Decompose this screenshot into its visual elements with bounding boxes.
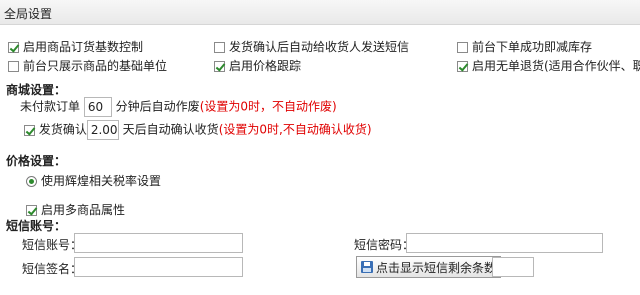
sms-password-input[interactable] [406, 233, 603, 253]
confirm-suffix: 天后自动确认收货 [122, 122, 219, 137]
checkbox-icon[interactable] [214, 42, 225, 53]
radio-label: 使用辉煌相关税率设置 [41, 174, 162, 188]
check-no-order-return[interactable]: 启用无单退货(适用合作伙伴、职员) [457, 57, 640, 74]
check-multi-attribute[interactable]: 启用多商品属性 [26, 201, 125, 218]
button-label: 点击显示短信剩余条数 [376, 260, 497, 275]
check-label: 发货确认后自动给收货人发送短信 [229, 40, 410, 54]
checkbox-checked-icon[interactable] [457, 61, 468, 72]
radio-selected-icon[interactable] [26, 176, 37, 187]
check-label: 启用商品订货基数控制 [23, 40, 144, 54]
confirm-label: 发货确认 [38, 122, 87, 137]
price-section-title: 价格设置： [6, 154, 67, 168]
checkbox-checked-icon[interactable] [214, 61, 225, 72]
mall-section-title: 商城设置： [6, 83, 67, 97]
sms-signature-label: 短信签名： [22, 262, 83, 276]
unpaid-suffix: 分钟后自动作废 [115, 99, 200, 114]
checkbox-checked-icon[interactable] [24, 124, 35, 136]
unpaid-hint: (设置为0时，不自动作废) [199, 99, 337, 114]
confirm-days-input[interactable]: 2.00 [86, 120, 119, 140]
checkbox-checked-icon[interactable] [8, 42, 19, 53]
check-reduce-stock[interactable]: 前台下单成功即减库存 [457, 38, 592, 55]
checkbox-icon[interactable] [8, 61, 19, 72]
radio-tax-rate[interactable]: 使用辉煌相关税率设置 [26, 172, 161, 189]
check-order-base[interactable]: 启用商品订货基数控制 [8, 38, 143, 55]
check-sms-on-ship[interactable]: 发货确认后自动给收货人发送短信 [214, 38, 409, 55]
sms-remaining-count [492, 257, 534, 277]
check-label: 启用多商品属性 [41, 203, 126, 217]
sms-account-input[interactable] [74, 233, 243, 253]
sms-account-label: 短信账号： [22, 238, 83, 252]
header-title: 全局设置 [4, 7, 53, 21]
show-sms-remaining-button[interactable]: 点击显示短信剩余条数 [356, 256, 502, 278]
save-disk-icon [361, 261, 373, 273]
checkbox-checked-icon[interactable] [26, 205, 37, 216]
unpaid-prefix: 未付款订单 [20, 99, 81, 114]
sms-password-label: 短信密码： [354, 238, 415, 252]
check-price-tracking[interactable]: 启用价格跟踪 [214, 57, 301, 74]
check-label: 前台只展示商品的基础单位 [23, 59, 168, 73]
sms-section-title: 短信账号： [6, 219, 67, 233]
settings-header: 全局设置 [0, 0, 640, 25]
checkbox-icon[interactable] [457, 42, 468, 53]
sms-signature-input[interactable] [74, 257, 243, 277]
confirm-row: 发货确认 2.00 天后自动确认收货(设置为0时,不自动确认收货) [24, 120, 372, 140]
check-label: 启用无单退货(适用合作伙伴、职员) [472, 59, 640, 73]
check-base-unit[interactable]: 前台只展示商品的基础单位 [8, 57, 167, 74]
confirm-hint: (设置为0时,不自动确认收货) [218, 122, 372, 137]
check-label: 启用价格跟踪 [229, 59, 302, 73]
check-label: 前台下单成功即减库存 [472, 40, 593, 54]
unpaid-minutes-input[interactable]: 60 [83, 97, 112, 117]
unpaid-row: 未付款订单 60 分钟后自动作废(设置为0时，不自动作废) [20, 97, 337, 117]
